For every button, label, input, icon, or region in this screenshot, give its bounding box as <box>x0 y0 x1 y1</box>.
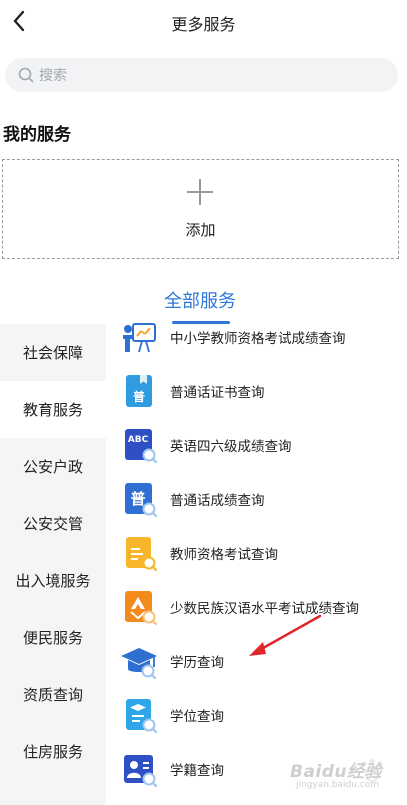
sidebar-item-qualification[interactable]: 资质查询 <box>0 666 106 723</box>
red-arrow-icon <box>249 614 322 656</box>
sidebar-item-social-security[interactable]: 社会保障 <box>0 324 106 381</box>
svg-text:普: 普 <box>130 490 145 508</box>
search-input[interactable]: 搜索 <box>5 58 398 92</box>
service-item-putonghua-certificate[interactable]: 普 普通话证书查询 <box>106 366 407 418</box>
minority-hsk-icon <box>125 591 158 626</box>
service-label: 学位查询 <box>170 709 224 725</box>
service-item-degree[interactable]: 学位查询 <box>106 690 407 742</box>
search-icon <box>18 67 34 83</box>
all-services-heading: 全部服务 <box>164 291 236 312</box>
my-services-heading: 我的服务 <box>3 125 71 145</box>
svg-text:普: 普 <box>133 389 145 404</box>
category-sidebar: 社会保障 教育服务 公安户政 公安交管 出入境服务 便民服务 资质查询 住房服务 <box>0 324 106 805</box>
student-record-icon <box>124 755 158 788</box>
teacher-board-icon <box>123 323 156 353</box>
service-label: 学历查询 <box>170 655 224 671</box>
graduation-cap-icon <box>121 648 157 680</box>
svg-text:ABC: ABC <box>128 435 149 445</box>
service-item-teacher-exam[interactable]: 教师资格考试查询 <box>106 528 407 580</box>
abc-english-icon: ABC <box>125 429 158 464</box>
putonghua-score-icon: 普 <box>125 483 158 518</box>
putonghua-certificate-icon: 普 <box>126 375 152 407</box>
service-label: 中小学教师资格考试成绩查询 <box>170 331 346 347</box>
service-label: 英语四六级成绩查询 <box>170 439 292 455</box>
search-placeholder: 搜索 <box>39 68 67 84</box>
degree-document-icon <box>126 699 158 734</box>
service-label: 教师资格考试查询 <box>170 547 278 563</box>
page-title: 更多服务 <box>171 15 236 34</box>
sidebar-item-convenience[interactable]: 便民服务 <box>0 609 106 666</box>
service-item-putonghua-score[interactable]: 普 普通话成绩查询 <box>106 474 407 526</box>
service-item-cet-score[interactable]: ABC 英语四六级成绩查询 <box>106 420 407 472</box>
service-label: 普通话成绩查询 <box>170 493 265 509</box>
watermark-url: jingyan.baidu.com <box>296 780 380 790</box>
sidebar-item-exit-entry[interactable]: 出入境服务 <box>0 552 106 609</box>
add-service-label[interactable]: 添加 <box>0 219 401 240</box>
service-item-teacher-qualification-score[interactable]: 中小学教师资格考试成绩查询 <box>106 312 407 364</box>
sidebar-item-household-registration[interactable]: 公安户政 <box>0 438 106 495</box>
add-service-area[interactable] <box>2 159 399 259</box>
teacher-exam-document-icon <box>126 537 158 572</box>
watermark-text: Baidu经验 <box>290 762 383 782</box>
plus-icon[interactable] <box>187 179 213 205</box>
sidebar-item-housing[interactable]: 住房服务 <box>0 723 106 780</box>
top-bar: 更多服务 <box>0 0 407 44</box>
sidebar-item-traffic-police[interactable]: 公安交管 <box>0 495 106 552</box>
sidebar-item-education[interactable]: 教育服务 <box>0 381 106 438</box>
service-label: 普通话证书查询 <box>170 385 265 401</box>
service-label: 学籍查询 <box>170 763 224 779</box>
